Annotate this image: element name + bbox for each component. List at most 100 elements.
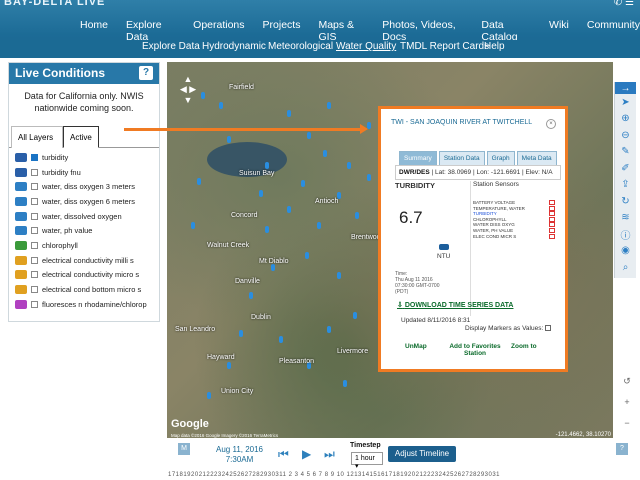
layer-checkbox[interactable] (31, 197, 38, 205)
sensor-checkbox[interactable] (549, 211, 555, 217)
display-values-checkbox[interactable] (545, 325, 552, 332)
map-marker-icon[interactable] (287, 206, 291, 213)
panel-help-button[interactable]: ? (139, 66, 153, 80)
rotate-icon[interactable]: ↺ (618, 372, 636, 390)
refresh-icon[interactable]: ↻ (615, 193, 636, 210)
map-marker-icon[interactable] (337, 272, 341, 279)
map-marker-icon[interactable] (327, 102, 331, 109)
zoom-in-icon[interactable]: ⊕ (615, 111, 636, 128)
map-marker-icon[interactable] (219, 102, 223, 109)
tab-active[interactable]: Active (63, 126, 99, 148)
layer-item[interactable]: electrical conductivity milli s (9, 253, 159, 268)
subnav-meteorological[interactable]: Meteorological (268, 41, 333, 52)
subnav-explore-data[interactable]: Explore Data (142, 41, 200, 52)
map-marker-icon[interactable] (343, 380, 347, 387)
map-marker-icon[interactable] (307, 132, 311, 139)
download-time-series-link[interactable]: ⇩ DOWNLOAD TIME SERIES DATA (397, 301, 513, 309)
play-icon[interactable]: ▶ (302, 447, 311, 461)
zoom-out-icon[interactable]: ⊖ (615, 127, 636, 144)
subnav-hydrodynamic[interactable]: Hydrodynamic (202, 41, 266, 52)
layer-checkbox[interactable] (31, 241, 38, 249)
layer-checkbox[interactable] (31, 183, 38, 191)
map-marker-icon[interactable] (279, 336, 283, 343)
map-marker-icon[interactable] (259, 190, 263, 197)
subnav-tmdl-report-cards[interactable]: TMDL Report Cards (400, 41, 489, 52)
map-marker-icon[interactable] (265, 226, 269, 233)
sensor-checkbox[interactable] (549, 222, 555, 228)
subnav-help[interactable]: Help (484, 41, 505, 52)
layer-checkbox[interactable] (31, 286, 38, 294)
layer-item[interactable]: electrical conductivity micro s (9, 268, 159, 283)
map-marker-icon[interactable] (355, 212, 359, 219)
map-marker-icon[interactable] (227, 136, 231, 143)
map-marker-icon[interactable] (265, 162, 269, 169)
m-badge[interactable]: M (178, 443, 190, 455)
layer-item[interactable]: turbidity fnu (9, 165, 159, 180)
locate-icon[interactable]: ◉ (615, 243, 636, 260)
sensor-checkbox[interactable] (549, 200, 555, 205)
map-marker-icon[interactable] (327, 326, 331, 333)
tab-graph[interactable]: Graph (486, 151, 515, 166)
layers-icon[interactable]: ≋ (615, 210, 636, 227)
sensor-checkbox[interactable] (549, 205, 555, 211)
map-marker-icon[interactable] (323, 150, 327, 157)
sensor-checkbox[interactable] (549, 216, 555, 222)
layer-checkbox[interactable] (31, 300, 38, 308)
layer-item[interactable]: chlorophyll (9, 238, 159, 253)
adjust-timeline-button[interactable]: Adjust Timeline (388, 446, 456, 462)
tab-station-data[interactable]: Station Data (438, 151, 485, 166)
pointer-icon[interactable]: ➤ (615, 94, 636, 111)
layer-checkbox[interactable] (31, 256, 38, 264)
map-marker-icon[interactable] (367, 174, 371, 181)
sensor-checkbox[interactable] (549, 233, 555, 239)
map-marker-icon[interactable] (317, 222, 321, 229)
timeline-help-button[interactable]: ? (616, 443, 628, 455)
upload-icon[interactable]: ⇪ (615, 177, 636, 194)
skip-back-icon[interactable]: ⏮ (278, 447, 289, 462)
pencil-icon[interactable]: ✎ (615, 144, 636, 161)
timeline-ticks[interactable]: 1718192021222324252627282930311 2 3 4 5 … (168, 472, 500, 478)
map-marker-icon[interactable] (305, 252, 309, 259)
map-zoom-out-icon[interactable]: − (618, 414, 636, 432)
layer-checkbox[interactable] (31, 153, 38, 161)
map-marker-icon[interactable] (249, 292, 253, 299)
layer-checkbox[interactable] (31, 168, 38, 176)
skip-forward-icon[interactable]: ⏭ (324, 447, 335, 462)
layer-item[interactable]: fluoresces n rhodamine/chlorop (9, 297, 159, 312)
subnav-water-quality[interactable]: Water Quality (336, 41, 396, 52)
layer-checkbox[interactable] (31, 227, 38, 235)
layer-item[interactable]: water, ph value (9, 223, 159, 238)
zoom-to-link[interactable]: Zoom to (511, 343, 537, 350)
map-marker-icon[interactable] (353, 312, 357, 319)
display-values-toggle[interactable]: Display Markers as Values: (465, 325, 552, 332)
layer-checkbox[interactable] (31, 271, 38, 279)
collapse-arrow-icon[interactable]: → (615, 82, 636, 94)
map-marker-icon[interactable] (197, 178, 201, 185)
brand-logo-text[interactable]: BAY-DELTA LIVE (4, 0, 105, 8)
layer-item[interactable]: turbidity (9, 150, 159, 165)
draw-icon[interactable]: ✐ (615, 160, 636, 177)
tab-meta-data[interactable]: Meta Data (516, 151, 557, 166)
map-marker-icon[interactable] (227, 362, 231, 369)
search-icon[interactable]: ⌕ (615, 259, 636, 276)
layer-item[interactable]: electrical cond bottom micro s (9, 282, 159, 297)
map-marker-icon[interactable] (301, 180, 305, 187)
tab-all-layers[interactable]: All Layers (11, 126, 63, 148)
layer-item[interactable]: water, diss oxygen 3 meters (9, 179, 159, 194)
timestep-select[interactable]: 1 hour ▾ (351, 452, 383, 470)
map-marker-icon[interactable] (287, 110, 291, 117)
layer-item[interactable]: water, dissolved oxygen (9, 209, 159, 224)
layer-item[interactable]: water, diss oxygen 6 meters (9, 194, 159, 209)
close-icon[interactable]: × (546, 119, 556, 129)
info-icon[interactable]: ⓘ (615, 226, 636, 243)
add-to-favorites-link[interactable]: Add to Favorites Station (445, 343, 505, 357)
map-attribution[interactable]: Map data ©2016 Google Imagery ©2016 Terr… (171, 433, 278, 438)
layer-checkbox[interactable] (31, 212, 38, 220)
map-marker-icon[interactable] (201, 92, 205, 99)
map-pan-control[interactable]: ▲ ◀ ▶ ▼ (175, 74, 201, 110)
map-zoom-in-icon[interactable]: + (618, 393, 636, 411)
tab-summary[interactable]: Summary (399, 151, 437, 166)
header-utility-icons[interactable]: ✆ ☰ (614, 0, 634, 8)
map-marker-icon[interactable] (347, 162, 351, 169)
map-marker-icon[interactable] (271, 264, 275, 271)
